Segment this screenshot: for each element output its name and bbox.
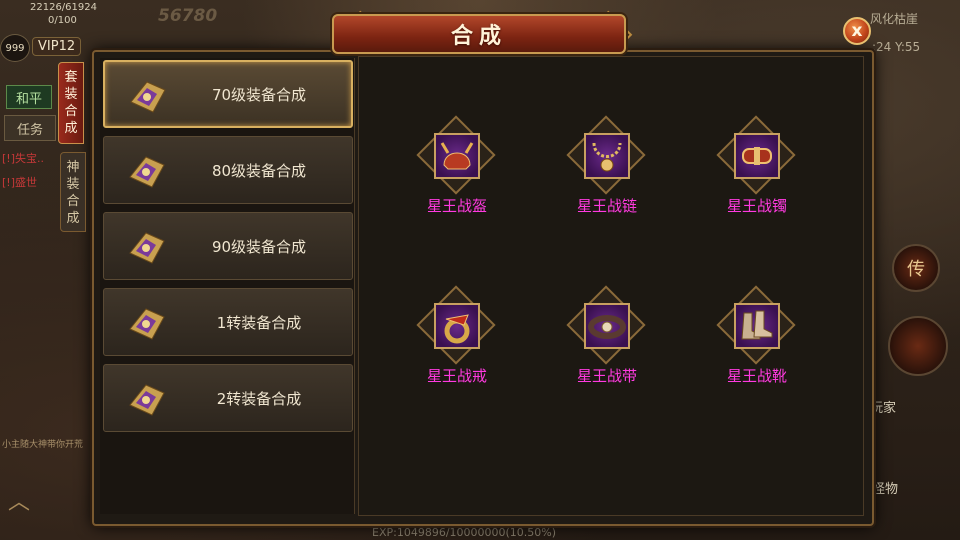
pk-mode-button[interactable]: 和平 — [6, 85, 52, 109]
item-name: 星王战戒 — [426, 367, 487, 385]
item-frame — [566, 115, 646, 195]
belt-icon — [588, 315, 626, 339]
list-item[interactable]: 70级装备合成 — [103, 60, 353, 128]
item-name: 星王战链 — [576, 197, 637, 215]
item-slot[interactable]: 星王战带 — [557, 285, 657, 386]
list-item-label: 70级装备合成 — [211, 85, 307, 104]
chevron-up-icon[interactable]: ︿ — [8, 484, 30, 516]
synthesis-item-grid: 星王战盔 星王战链 星王战镯 星王战戒 星王战带 星王战靴 — [358, 56, 864, 516]
equipment-set-icon — [129, 232, 165, 264]
vip-badge[interactable]: VIP12 — [32, 37, 82, 56]
chat-line: 小主随大神带你开荒 — [2, 440, 84, 450]
item-name: 星王战盔 — [426, 197, 487, 215]
equipment-set-icon — [129, 156, 165, 188]
tab-char: 合 — [66, 194, 80, 209]
system-message: [!]盛世 — [2, 176, 37, 189]
tab-char: 成 — [66, 211, 80, 226]
item-slot[interactable]: 星王战镯 — [707, 115, 807, 216]
tab-char: 装 — [64, 87, 78, 102]
list-item[interactable]: 80级装备合成 — [103, 136, 353, 204]
tab-char: 神 — [66, 160, 80, 175]
synthesis-category-list: 70级装备合成 80级装备合成 90级装备合成 1转装备合成 2转装备合成 — [100, 58, 355, 514]
map-name: 风化枯崖 — [870, 12, 919, 26]
item-slot[interactable]: 星王战靴 — [707, 285, 807, 386]
helmet-icon — [440, 142, 474, 170]
item-slot[interactable]: 星王战链 — [557, 115, 657, 216]
dialog-title-bar: 合成 — [332, 14, 626, 54]
list-item-label: 1转装备合成 — [216, 313, 302, 332]
list-item[interactable]: 1转装备合成 — [103, 288, 353, 356]
system-message: [!]失宝.. — [2, 152, 44, 165]
coordinates: :24 Y:55 — [872, 40, 921, 54]
tab-set-synthesis[interactable]: 套 装 合 成 — [58, 62, 84, 144]
item-name: 星王战镯 — [726, 197, 787, 215]
list-item-label: 90级装备合成 — [211, 237, 307, 256]
item-name: 星王战靴 — [726, 367, 787, 385]
item-slot[interactable]: 星王战盔 — [407, 115, 507, 216]
equipment-set-icon — [129, 384, 165, 416]
skill-button[interactable] — [888, 316, 948, 376]
equipment-set-icon — [129, 308, 165, 340]
item-name: 星王战带 — [576, 367, 637, 385]
task-button[interactable]: 任务 — [4, 115, 56, 141]
list-item-label: 2转装备合成 — [216, 389, 302, 408]
item-frame — [566, 285, 646, 365]
boots-icon — [741, 310, 773, 340]
dialog-title: 合成 — [450, 24, 507, 49]
list-item[interactable]: 2转装备合成 — [103, 364, 353, 432]
list-item-label: 80级装备合成 — [211, 161, 307, 180]
ring-icon — [444, 314, 470, 344]
exp-readout: EXP:1049896/10000000(10.50%) — [372, 526, 557, 539]
tab-char: 合 — [64, 104, 78, 119]
item-frame — [716, 115, 796, 195]
tab-char: 成 — [64, 121, 78, 136]
close-icon: x — [851, 21, 863, 41]
hp-readout: 22126/61924 — [30, 2, 97, 13]
teleport-button[interactable]: 传 — [892, 244, 940, 292]
target-monster-button[interactable]: 怪物 — [872, 478, 898, 497]
item-frame — [416, 115, 496, 195]
equipment-set-icon — [130, 81, 166, 113]
item-frame — [416, 285, 496, 365]
mp-readout: 0/100 — [48, 15, 77, 26]
tab-divine-synthesis[interactable]: 神 装 合 成 — [60, 152, 86, 232]
player-level: 999 — [0, 34, 30, 62]
power-score: 56780 — [158, 6, 218, 26]
list-item[interactable]: 90级装备合成 — [103, 212, 353, 280]
necklace-icon — [592, 142, 622, 172]
item-frame — [716, 285, 796, 365]
close-button[interactable]: x — [843, 17, 871, 45]
item-slot[interactable]: 星王战戒 — [407, 285, 507, 386]
tab-char: 套 — [64, 70, 78, 85]
bracelet-icon — [742, 147, 772, 165]
tab-char: 装 — [66, 177, 80, 192]
